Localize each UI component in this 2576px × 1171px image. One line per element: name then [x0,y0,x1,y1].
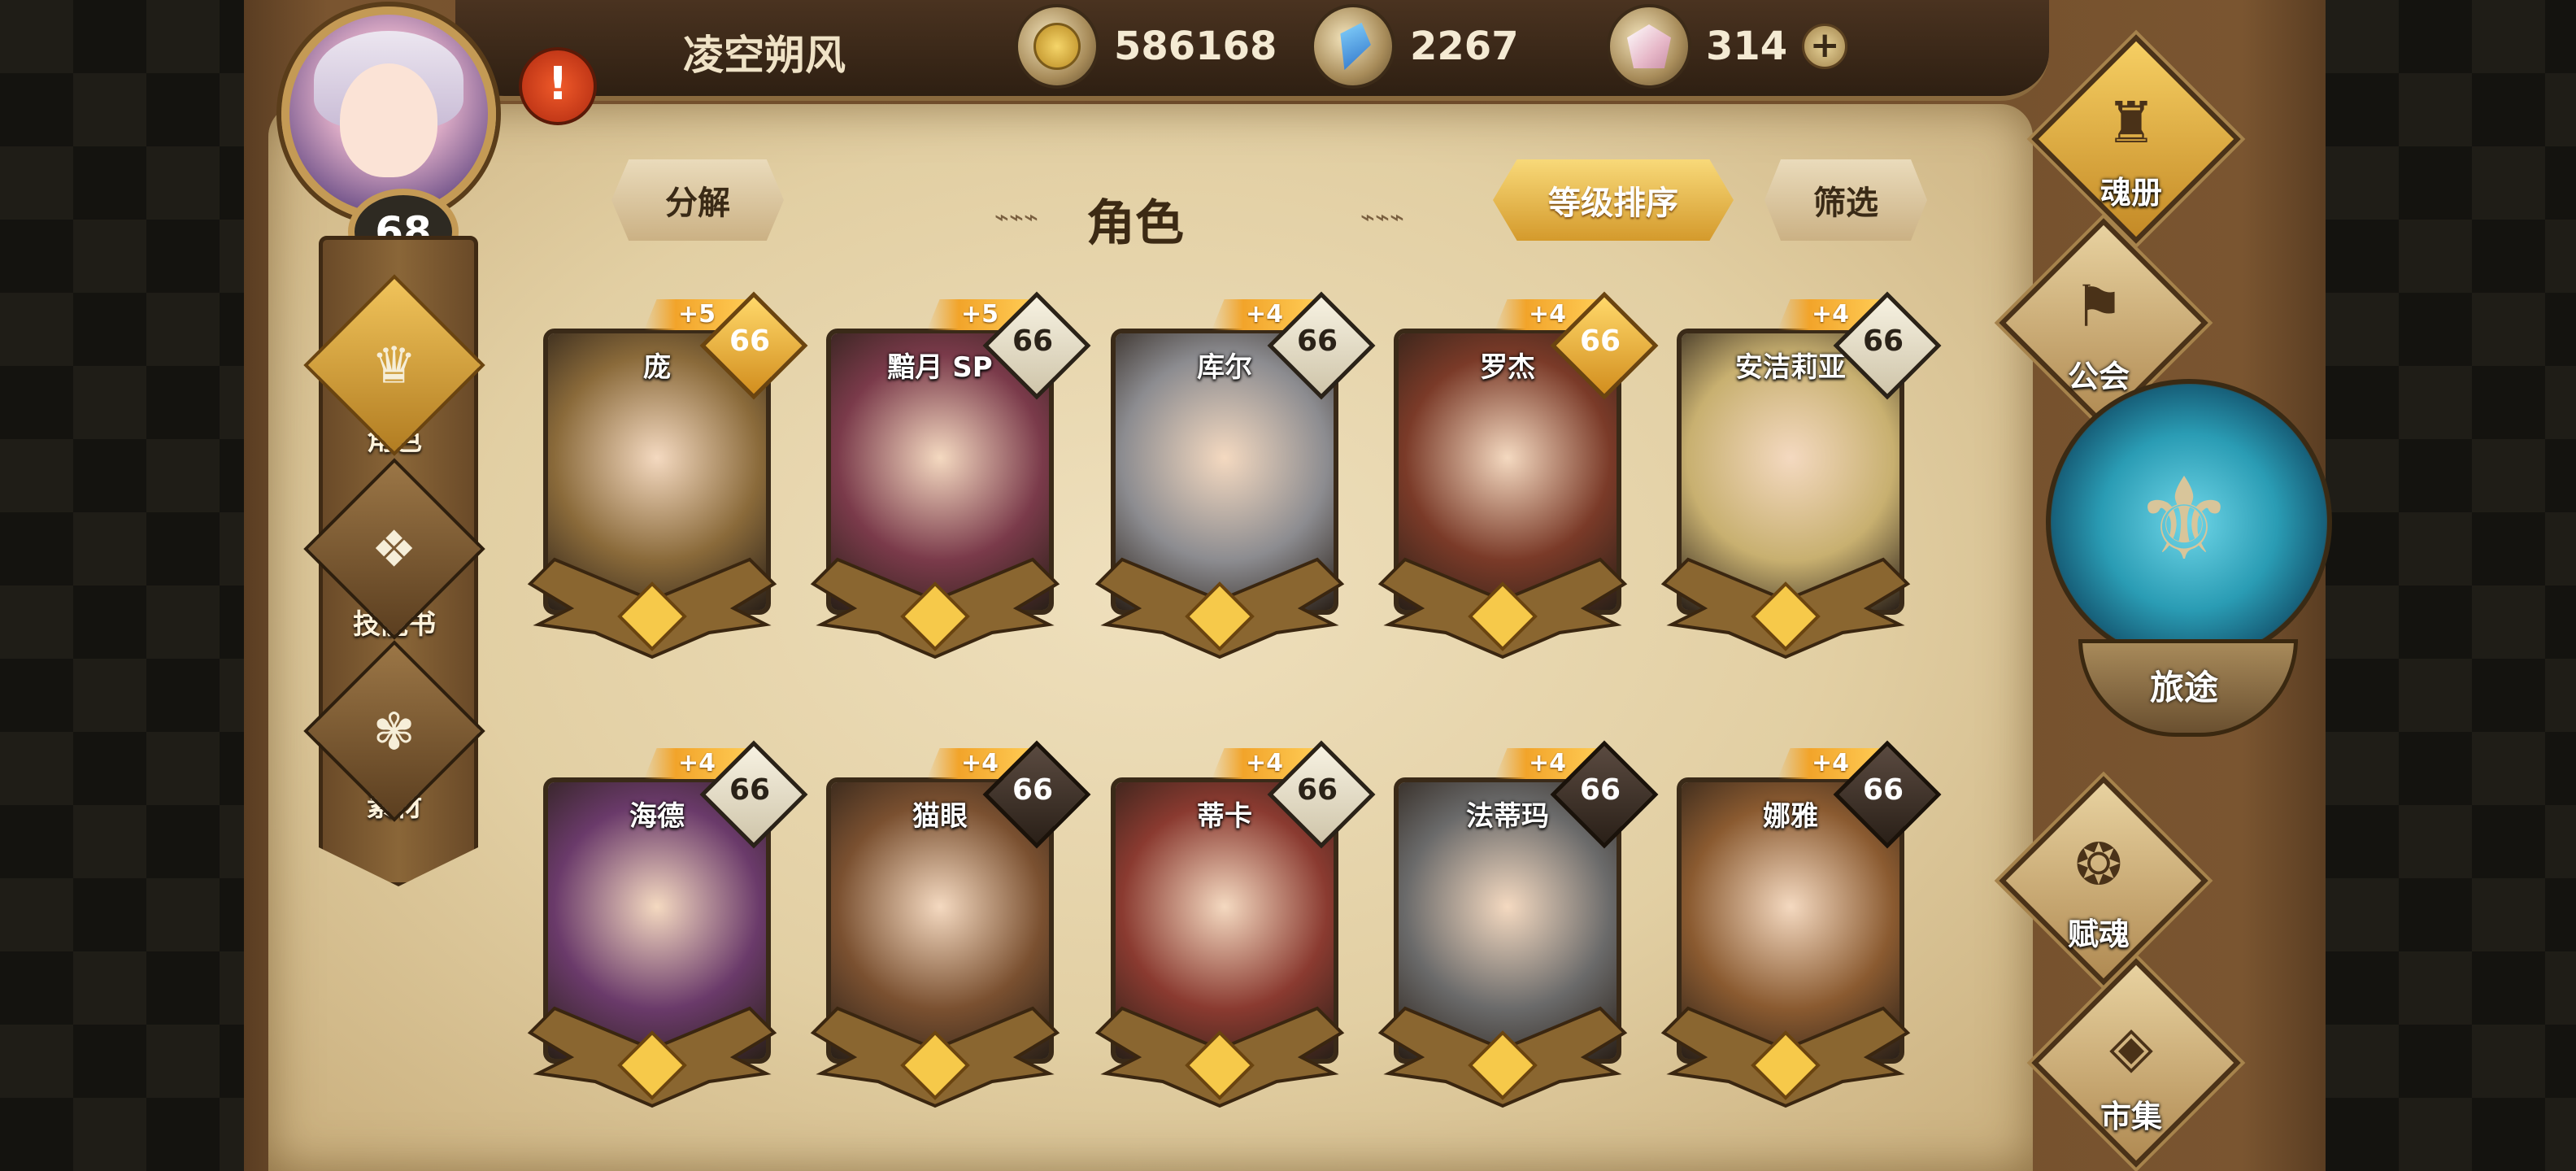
sort-by-level-button[interactable]: 等级排序 [1493,159,1734,241]
player-avatar-frame[interactable]: 68 [252,0,545,275]
gold-amount: 586168 [1114,24,1277,69]
blue-gem-icon [1311,4,1395,89]
avatar[interactable] [281,7,496,221]
golden-wings-icon [810,1006,1060,1108]
golden-wings-icon [1660,1006,1911,1108]
character-level: 66 [729,773,771,807]
alert-icon[interactable]: ! [519,47,597,125]
character-level: 66 [1296,773,1338,807]
character-card[interactable]: 海德 +4 66 [527,740,808,1108]
character-card[interactable]: 庞 +5 66 [527,291,808,660]
character-card[interactable]: 法蒂玛 +4 66 [1377,740,1659,1108]
crystal-amount: 314 [1706,24,1788,69]
menu-item-character[interactable]: ♛ 角色 [303,274,485,458]
player-name: 凌空朔风 [683,32,846,79]
golden-wings-icon [1377,1006,1628,1108]
menu-item-material[interactable]: ✾ 素材 [303,640,485,824]
filter-button[interactable]: 筛选 [1764,159,1927,241]
character-level: 66 [1579,324,1621,358]
menu-item-skill-book[interactable]: ❖ 技能书 [303,458,485,642]
character-card[interactable]: 罗杰 +4 66 [1377,291,1659,660]
journey-label: 旅途 [2149,668,2218,707]
market-button[interactable]: ◈ 市集 [2030,956,2241,1168]
character-level: 66 [1862,324,1904,358]
right-background [2326,0,2576,1171]
gem-resource: 2267 [1311,4,1519,89]
gem-amount: 2267 [1410,24,1519,69]
left-background [0,0,244,1171]
golden-wings-icon [1094,557,1345,660]
character-card[interactable]: 安洁莉亚 +4 66 [1660,291,1942,660]
character-level: 66 [1012,324,1054,358]
character-level: 66 [1579,773,1621,807]
golden-wings-icon [810,557,1060,660]
character-level: 66 [1862,773,1904,807]
character-card[interactable]: 黯月 SP +5 66 [810,291,1091,660]
guild-icon: ⚑ [2073,273,2125,340]
endow-soul-icon: ❂ [2074,831,2123,898]
market-label: 市集 [2100,1099,2162,1134]
gold-coin-icon [1015,4,1099,89]
golden-wings-icon [527,1006,777,1108]
golden-wings-icon [1377,557,1628,660]
page-title: 角色 [1086,195,1184,252]
add-crystal-button[interactable]: + [1802,24,1848,69]
golden-wings-icon [527,557,777,660]
character-card[interactable]: 蒂卡 +4 66 [1094,740,1376,1108]
soul-book-button[interactable]: ♜ 魂册 [2030,33,2241,244]
market-icon: ◈ [2109,1013,2153,1080]
character-level: 66 [1296,324,1338,358]
character-card[interactable]: 娜雅 +4 66 [1660,740,1942,1108]
soul-book-icon: ♜ [2105,89,2157,156]
character-card[interactable]: 猫眼 +4 66 [810,740,1091,1108]
pink-crystal-icon [1607,4,1691,89]
character-level: 66 [729,324,771,358]
journey-emblem-icon: ⚜ [2133,454,2235,586]
title-flourish-left: ⌁⌁⌁ [994,203,1039,232]
journey-button[interactable]: ⚜ 旅途 [2046,379,2332,761]
gold-resource: 586168 [1015,4,1277,89]
endow-soul-label: 赋魂 [2067,916,2130,952]
title-flourish-right: ⌁⌁⌁ [1360,203,1405,232]
decompose-button[interactable]: 分解 [611,159,784,241]
character-card[interactable]: 库尔 +4 66 [1094,291,1376,660]
endow-soul-button[interactable]: ❂ 赋魂 [1997,774,2208,986]
golden-wings-icon [1094,1006,1345,1108]
character-level: 66 [1012,773,1054,807]
crystal-resource: 314 + [1607,4,1848,89]
golden-wings-icon [1660,557,1911,660]
soul-book-label: 魂册 [2100,175,2162,211]
